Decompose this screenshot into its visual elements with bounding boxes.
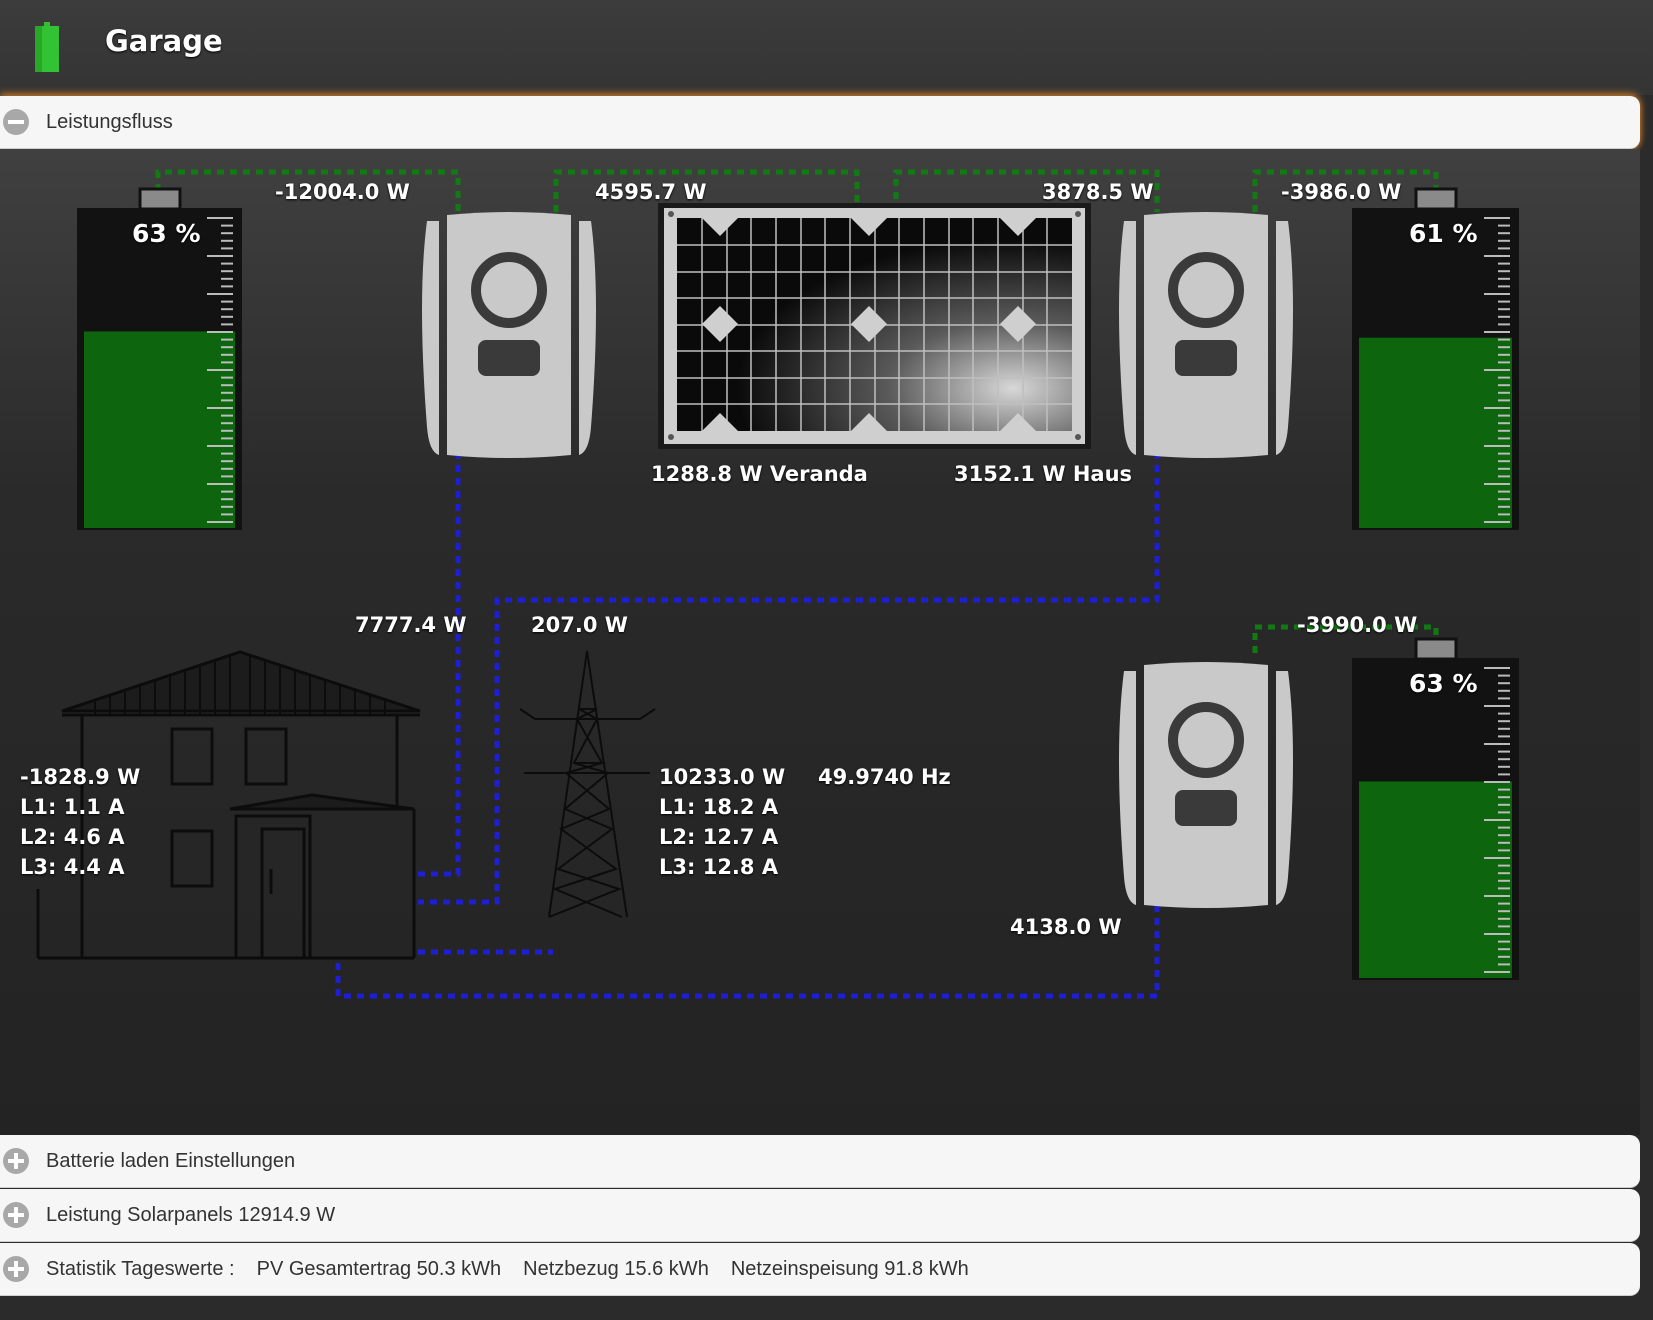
grid-power: 10233.0 W bbox=[659, 765, 786, 789]
inverter-left-out-power: 7777.4 W bbox=[355, 613, 467, 637]
solar-panel-icon bbox=[658, 203, 1091, 449]
collapse-icon bbox=[3, 109, 29, 135]
section-title: Leistung Solarpanels 12914.9 W bbox=[46, 1203, 336, 1226]
battery-right-bottom-level bbox=[1359, 781, 1512, 978]
grid-frequency: 49.9740 Hz bbox=[818, 765, 951, 789]
power-pylon-icon bbox=[519, 650, 656, 918]
pv-haus-power: 3152.1 W Haus bbox=[954, 462, 1133, 486]
battery-left-power: -12004.0 W bbox=[275, 180, 410, 204]
grid-l3: L3: 12.8 A bbox=[659, 855, 779, 879]
power-flow-panel: 63 % -12004.0 W 4595.7 W 3878.5 W -3986.… bbox=[0, 149, 1640, 1135]
battery-right-bottom-soc: 63 % bbox=[1409, 669, 1478, 698]
battery-right-top-power: -3986.0 W bbox=[1281, 180, 1402, 204]
battery-left-soc: 63 % bbox=[132, 219, 201, 248]
battery-right-top-level bbox=[1359, 337, 1512, 528]
battery-right-top-soc: 61 % bbox=[1409, 219, 1478, 248]
battery-left-level bbox=[84, 331, 235, 528]
inverter-bottom-out-power: 4138.0 W bbox=[1010, 915, 1122, 939]
battery-icon bbox=[35, 22, 59, 72]
house-l3: L3: 4.4 A bbox=[20, 855, 125, 879]
house-l2: L2: 4.6 A bbox=[20, 825, 125, 849]
section-title: Statistik Tageswerte : bbox=[46, 1257, 235, 1280]
stat-grid-import: Netzbezug 15.6 kWh bbox=[523, 1257, 709, 1280]
app-header: Garage bbox=[0, 0, 1653, 95]
stat-pv-total: PV Gesamtertrag 50.3 kWh bbox=[256, 1257, 502, 1280]
battery-right-bottom-power: -3990.0 W bbox=[1297, 613, 1418, 637]
inverter-right-pv-power: 3878.5 W bbox=[1042, 180, 1154, 204]
stat-grid-export: Netzeinspeisung 91.8 kWh bbox=[730, 1257, 969, 1280]
expand-icon bbox=[3, 1256, 29, 1282]
section-statistik-toggle[interactable]: Statistik Tageswerte : PV Gesamtertrag 5… bbox=[0, 1243, 1640, 1296]
inverter-right-icon bbox=[1119, 212, 1293, 458]
section-batterie-toggle[interactable]: Batterie laden Einstellungen bbox=[0, 1135, 1640, 1188]
house-power: -1828.9 W bbox=[20, 765, 141, 789]
page-title: Garage bbox=[105, 24, 223, 58]
section-title: Batterie laden Einstellungen bbox=[46, 1149, 296, 1172]
section-leistungsfluss-toggle[interactable]: Leistungsfluss bbox=[0, 96, 1640, 149]
expand-icon bbox=[3, 1202, 29, 1228]
house-l1: L1: 1.1 A bbox=[20, 795, 125, 819]
section-title: Leistungsfluss bbox=[46, 110, 173, 133]
section-solar-toggle[interactable]: Leistung Solarpanels 12914.9 W bbox=[0, 1189, 1640, 1242]
pv-veranda-power: 1288.8 W Veranda bbox=[651, 462, 868, 486]
expand-icon bbox=[3, 1148, 29, 1174]
grid-l2: L2: 12.7 A bbox=[659, 825, 779, 849]
inverter-left-icon bbox=[422, 212, 596, 458]
inverter-left-pv-power: 4595.7 W bbox=[595, 180, 707, 204]
inverter-right-out-power: 207.0 W bbox=[531, 613, 628, 637]
grid-l1: L1: 18.2 A bbox=[659, 795, 779, 819]
inverter-bottom-icon bbox=[1119, 662, 1293, 908]
